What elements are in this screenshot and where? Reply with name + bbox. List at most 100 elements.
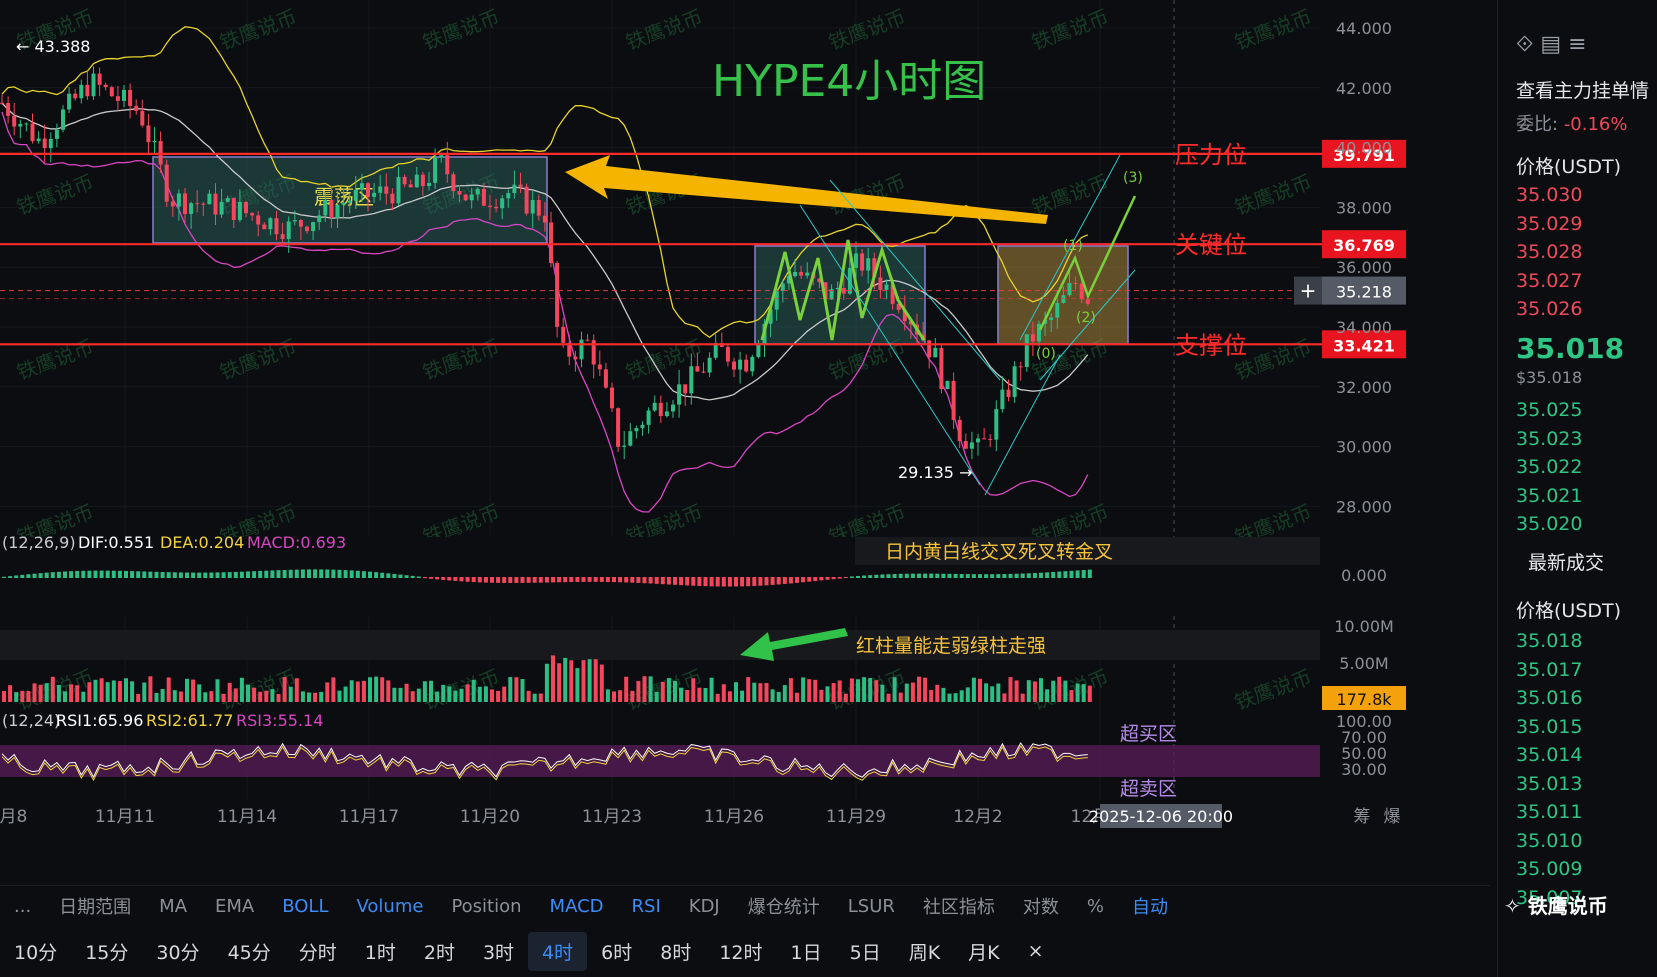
volume-bar — [660, 681, 665, 702]
timeframe-tab[interactable]: × — [1014, 934, 1058, 968]
panel-toolbar-icons[interactable]: ⟐ ▤ ≡ — [1516, 32, 1587, 57]
macd-panel: (12,26,9) DIF:0.551 DEA:0.204 MACD:0.693 日内黄… — [0, 533, 1320, 615]
macd-bar — [758, 577, 763, 586]
indicator-tab[interactable]: Volume — [343, 896, 438, 917]
main-chart[interactable]: 铁鹰说币 铁鹰说币 铁鹰说币 铁鹰说币 铁鹰说币 铁鹰说币 铁鹰说币铁鹰说币 铁鹰说币 铁鹰说币… — [0, 0, 1657, 977]
timeframe-tab[interactable]: 1日 — [777, 932, 836, 971]
indicator-tab[interactable]: 对数 — [1009, 893, 1073, 919]
volume-bar — [941, 687, 946, 702]
macd-bar — [282, 569, 287, 578]
trade-row[interactable]: 35.014 — [1516, 744, 1582, 766]
timeframe-tab[interactable]: 6时 — [587, 932, 646, 971]
macd-bar — [203, 572, 208, 578]
macd-bar — [270, 570, 275, 578]
indicator-tab[interactable]: % — [1073, 896, 1118, 917]
macd-bar — [246, 571, 250, 578]
timeframe-tab[interactable]: 1时 — [351, 932, 410, 971]
timeframe-tab[interactable]: 45分 — [214, 932, 285, 971]
trade-row[interactable]: 35.009 — [1516, 858, 1582, 880]
timeframe-tab[interactable]: 周K — [895, 932, 954, 971]
volume-bar — [599, 664, 604, 702]
indicator-tab[interactable]: LSUR — [834, 896, 909, 917]
indicator-tab[interactable]: 自动 — [1118, 893, 1182, 919]
level-name: 压力位 — [1175, 141, 1247, 169]
bid-row[interactable]: 35.025 — [1516, 399, 1582, 421]
macd-bar — [392, 573, 397, 578]
indicator-tab[interactable]: 爆仓统计 — [734, 893, 834, 919]
candle-body — [1073, 282, 1078, 284]
candle-body — [982, 438, 987, 440]
timeframe-tab[interactable]: 8时 — [646, 932, 705, 971]
ask-row[interactable]: 35.030 — [1516, 184, 1582, 206]
macd-bar — [666, 577, 671, 585]
candle-body — [61, 109, 65, 130]
oversold-label: 超卖区 — [1120, 778, 1177, 800]
timeframe-tab[interactable]: 30分 — [142, 932, 213, 971]
indicator-tab[interactable]: RSI — [618, 896, 675, 917]
indicator-tab[interactable]: KDJ — [675, 896, 734, 917]
macd-bar — [69, 571, 74, 578]
x-tick-label: 11月26 — [704, 807, 764, 827]
trade-row[interactable]: 35.016 — [1516, 687, 1582, 709]
indicator-tab[interactable]: ... — [0, 896, 45, 917]
candle-body — [597, 364, 602, 370]
timeframe-tab[interactable]: 5日 — [836, 932, 895, 971]
volume-bar — [837, 680, 842, 702]
timeframe-tab[interactable]: 月K — [954, 932, 1013, 971]
volume-bar — [788, 678, 793, 702]
macd-bar — [252, 571, 257, 578]
indicator-tab[interactable]: Position — [437, 896, 535, 917]
macd-bar — [849, 576, 854, 578]
macd-value: MACD:0.693 — [247, 533, 346, 552]
timeframe-tab[interactable]: 2时 — [410, 932, 469, 971]
macd-bar — [8, 576, 13, 578]
candle-body — [268, 218, 273, 230]
macd-bar — [746, 577, 751, 587]
volume-bar — [270, 689, 275, 702]
ask-row[interactable]: 35.029 — [1516, 213, 1582, 235]
candle-body — [854, 253, 858, 268]
volume-bar — [764, 683, 769, 702]
timeframe-tab[interactable]: 15分 — [71, 932, 142, 971]
price-header: 价格(USDT) — [1516, 156, 1622, 178]
volume-bar — [63, 691, 67, 702]
timeframe-tab[interactable]: 12时 — [705, 932, 776, 971]
trade-row[interactable]: 35.013 — [1516, 773, 1582, 795]
y-tick-label: 32.000 — [1336, 378, 1392, 397]
macd-bar — [233, 571, 238, 578]
timeframe-tab[interactable]: 分时 — [285, 932, 351, 971]
bid-row[interactable]: 35.022 — [1516, 456, 1582, 478]
indicator-tab[interactable]: 社区指标 — [909, 893, 1009, 919]
indicator-tab[interactable]: MACD — [536, 896, 618, 917]
candle-body — [298, 220, 303, 227]
indicator-tab[interactable]: MA — [145, 896, 201, 917]
indicator-tab[interactable]: 日期范围 — [45, 893, 145, 919]
indicator-tab[interactable]: EMA — [201, 896, 268, 917]
timeframe-tab[interactable]: 3时 — [469, 932, 528, 971]
bid-row[interactable]: 35.020 — [1516, 513, 1582, 535]
ask-row[interactable]: 35.027 — [1516, 270, 1582, 292]
candle-body — [555, 262, 560, 327]
timeframe-tab[interactable]: 10分 — [0, 932, 71, 971]
volume-bar — [557, 663, 562, 702]
trade-row[interactable]: 35.015 — [1516, 716, 1582, 738]
trade-row[interactable]: 35.011 — [1516, 801, 1582, 823]
trades-header[interactable]: 最新成交 — [1528, 548, 1604, 575]
ask-row[interactable]: 35.028 — [1516, 241, 1582, 263]
trade-row[interactable]: 35.017 — [1516, 659, 1582, 681]
candle-body — [195, 203, 200, 205]
indicator-tab[interactable]: BOLL — [268, 896, 342, 917]
trade-row[interactable]: 35.018 — [1516, 630, 1582, 652]
volume-bar — [50, 676, 55, 702]
timeframe-tab[interactable]: 4时 — [528, 931, 588, 971]
trade-row[interactable]: 35.010 — [1516, 830, 1582, 852]
candle-body — [1018, 366, 1023, 368]
bid-row[interactable]: 35.023 — [1516, 428, 1582, 450]
orderbook-header[interactable]: 查看主力挂单情 — [1516, 76, 1649, 103]
candle-body — [24, 123, 29, 125]
volume-bar — [38, 684, 43, 702]
ask-row[interactable]: 35.026 — [1516, 298, 1582, 320]
volume-bar — [709, 677, 714, 702]
volume-bar — [898, 692, 903, 702]
bid-row[interactable]: 35.021 — [1516, 485, 1582, 507]
